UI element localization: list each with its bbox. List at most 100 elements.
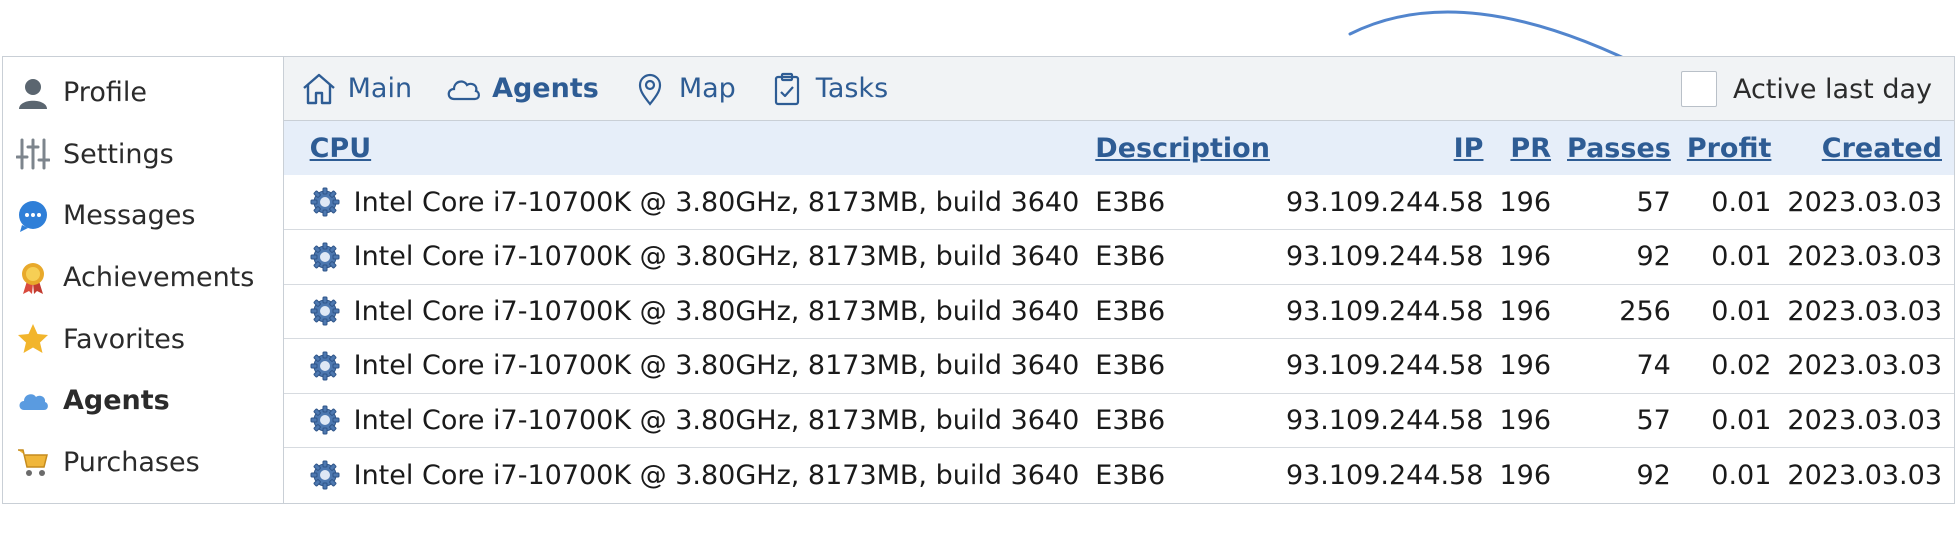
pr-cell: 196: [1499, 186, 1552, 218]
description-cell: E3B6: [1095, 186, 1166, 218]
active-last-day-filter[interactable]: Active last day: [1680, 71, 1932, 107]
passes-cell: 256: [1619, 295, 1671, 327]
table-row[interactable]: Intel Core i7-10700K @ 3.80GHz, 8173MB, …: [283, 339, 1954, 393]
sidebar: Profile Settings Messages Achievements F…: [3, 57, 284, 503]
cpu-cell: Intel Core i7-10700K @ 3.80GHz, 8173MB, …: [284, 230, 1088, 285]
user-icon: [15, 75, 51, 111]
sidebar-item-label: Agents: [63, 385, 170, 417]
cart-icon: [15, 444, 51, 480]
passes-cell: 92: [1636, 241, 1671, 273]
agents-table: CPU Description IP PR Passes Profit Crea…: [283, 121, 1954, 503]
sidebar-item-label: Purchases: [63, 446, 200, 478]
map-pin-icon: [631, 70, 669, 108]
cpu-text: Intel Core i7-10700K @ 3.80GHz, 8173MB, …: [353, 404, 1080, 436]
created-cell: 2023.03.03: [1787, 350, 1942, 382]
cpu-cell: Intel Core i7-10700K @ 3.80GHz, 8173MB, …: [284, 393, 1088, 448]
nav-agents[interactable]: Agents: [444, 70, 599, 108]
passes-cell: 57: [1636, 186, 1671, 218]
sidebar-item-agents[interactable]: Agents: [3, 370, 283, 432]
cpu-text: Intel Core i7-10700K @ 3.80GHz, 8173MB, …: [353, 350, 1080, 382]
sidebar-item-label: Favorites: [63, 323, 185, 355]
gear-icon: [310, 351, 340, 381]
pr-cell: 196: [1499, 295, 1552, 327]
gear-icon: [310, 296, 340, 326]
column-header-ip[interactable]: IP: [1278, 121, 1492, 175]
profit-cell: 0.01: [1711, 459, 1772, 491]
gear-icon: [310, 187, 340, 217]
sidebar-item-achievements[interactable]: Achievements: [3, 247, 283, 309]
ip-cell: 93.109.244.58: [1285, 459, 1484, 491]
created-cell: 2023.03.03: [1787, 295, 1942, 327]
pr-cell: 196: [1499, 350, 1552, 382]
agents-page: Profile Settings Messages Achievements F…: [0, 0, 1955, 544]
description-cell: E3B6: [1095, 295, 1166, 327]
sidebar-item-label: Achievements: [63, 262, 255, 294]
passes-cell: 92: [1636, 459, 1671, 491]
profit-cell: 0.02: [1711, 350, 1772, 382]
active-last-day-checkbox[interactable]: [1680, 71, 1717, 107]
sidebar-item-profile[interactable]: Profile: [3, 62, 283, 124]
ip-cell: 93.109.244.58: [1285, 404, 1484, 436]
cpu-text: Intel Core i7-10700K @ 3.80GHz, 8173MB, …: [353, 186, 1080, 218]
description-cell: E3B6: [1095, 241, 1166, 273]
passes-cell: 74: [1636, 350, 1671, 382]
column-header-cpu[interactable]: CPU: [284, 121, 1088, 175]
gear-icon: [310, 460, 340, 490]
sidebar-item-label: Profile: [63, 77, 147, 109]
medal-icon: [15, 260, 51, 296]
filter-label: Active last day: [1732, 73, 1932, 105]
sidebar-item-settings[interactable]: Settings: [3, 124, 283, 186]
clipboard-icon: [768, 70, 806, 108]
nav-label: Main: [347, 73, 413, 104]
table-row[interactable]: Intel Core i7-10700K @ 3.80GHz, 8173MB, …: [284, 448, 1954, 503]
profit-cell: 0.01: [1711, 241, 1772, 273]
nav-label: Tasks: [815, 73, 889, 104]
pr-cell: 196: [1499, 404, 1552, 436]
sidebar-item-label: Messages: [63, 200, 196, 232]
cpu-cell: Intel Core i7-10700K @ 3.80GHz, 8173MB, …: [284, 175, 1088, 230]
table-body: Intel Core i7-10700K @ 3.80GHz, 8173MB, …: [283, 175, 1954, 503]
pr-cell: 196: [1499, 459, 1552, 491]
description-cell: E3B6: [1095, 350, 1166, 382]
table-row[interactable]: Intel Core i7-10700K @ 3.80GHz, 8173MB, …: [283, 175, 1954, 230]
table-row[interactable]: Intel Core i7-10700K @ 3.80GHz, 8173MB, …: [283, 284, 1954, 339]
created-cell: 2023.03.03: [1787, 241, 1942, 273]
nav-map[interactable]: Map: [631, 70, 736, 108]
ip-cell: 93.109.244.58: [1285, 295, 1484, 327]
column-header-description[interactable]: Description: [1087, 121, 1278, 175]
sidebar-item-messages[interactable]: Messages: [3, 185, 283, 247]
cpu-text: Intel Core i7-10700K @ 3.80GHz, 8173MB, …: [353, 459, 1080, 491]
cloud-icon: [15, 383, 51, 419]
sidebar-item-purchases[interactable]: Purchases: [3, 432, 283, 494]
table-row[interactable]: Intel Core i7-10700K @ 3.80GHz, 8173MB, …: [283, 230, 1954, 285]
profit-cell: 0.01: [1711, 186, 1772, 218]
column-header-passes[interactable]: Passes: [1559, 121, 1679, 175]
created-cell: 2023.03.03: [1787, 459, 1942, 491]
table-header: CPU Description IP PR Passes Profit Crea…: [283, 121, 1954, 175]
pr-cell: 196: [1499, 241, 1552, 273]
home-icon: [300, 70, 338, 108]
app-frame: Profile Settings Messages Achievements F…: [2, 56, 1955, 504]
sidebar-item-label: Settings: [63, 138, 174, 170]
description-cell: E3B6: [1095, 404, 1166, 436]
gear-icon: [310, 242, 340, 272]
table-row[interactable]: Intel Core i7-10700K @ 3.80GHz, 8173MB, …: [283, 393, 1954, 448]
cpu-text: Intel Core i7-10700K @ 3.80GHz, 8173MB, …: [353, 241, 1080, 273]
column-header-profit[interactable]: Profit: [1679, 121, 1780, 175]
top-nav: Main Agents Map Tasks Active last day: [283, 57, 1954, 121]
column-header-pr[interactable]: PR: [1491, 121, 1559, 175]
gear-icon: [310, 405, 340, 435]
nav-label: Agents: [492, 73, 599, 104]
sidebar-item-favorites[interactable]: Favorites: [3, 308, 283, 370]
description-cell: E3B6: [1095, 459, 1166, 491]
sliders-icon: [15, 136, 51, 172]
column-header-created[interactable]: Created: [1779, 121, 1954, 175]
profit-cell: 0.01: [1711, 404, 1772, 436]
star-icon: [15, 321, 51, 357]
created-cell: 2023.03.03: [1787, 404, 1942, 436]
nav-tasks[interactable]: Tasks: [768, 70, 888, 108]
nav-main[interactable]: Main: [300, 70, 412, 108]
created-cell: 2023.03.03: [1787, 186, 1942, 218]
cpu-cell: Intel Core i7-10700K @ 3.80GHz, 8173MB, …: [284, 448, 1088, 503]
cloud-outline-icon: [444, 70, 482, 108]
